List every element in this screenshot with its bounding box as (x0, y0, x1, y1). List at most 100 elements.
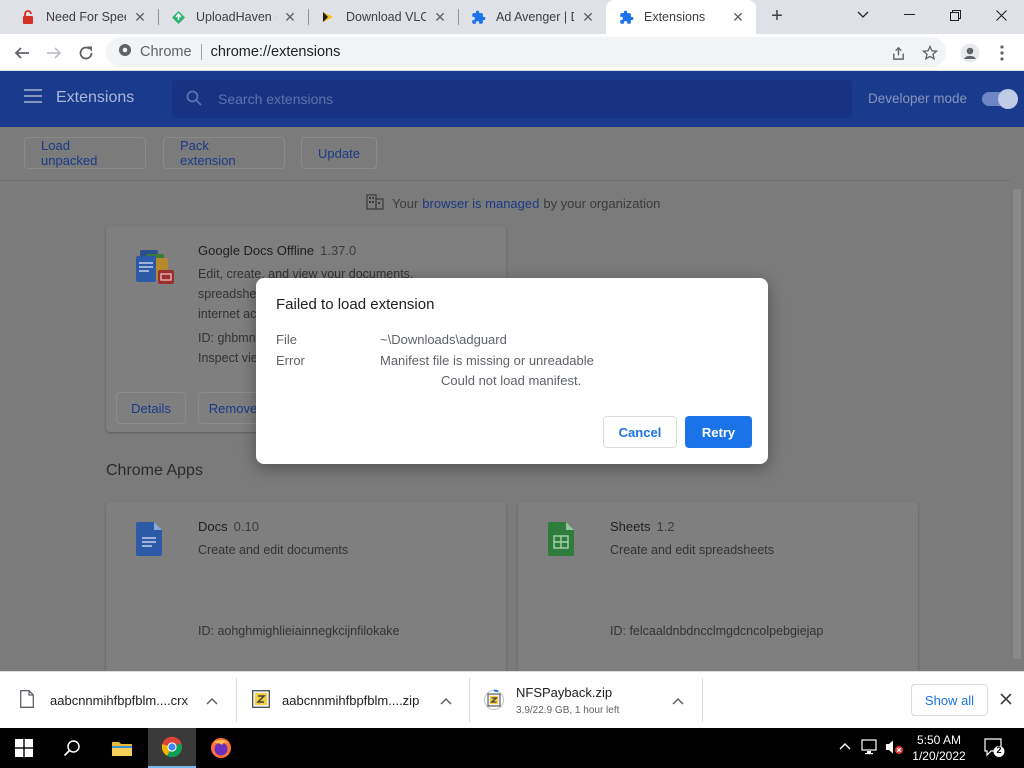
extension-version: 1.37.0 (320, 243, 357, 258)
dialog-title: Failed to load extension (276, 296, 435, 313)
show-all-button[interactable]: Show all (911, 684, 988, 716)
close-icon[interactable] (997, 690, 1015, 708)
system-clock[interactable]: 5:50 AM 1/20/2022 (905, 732, 973, 764)
download-separator (236, 678, 237, 722)
page-scrollbar[interactable] (1010, 185, 1024, 671)
firefox-taskbar-icon[interactable] (197, 728, 245, 768)
tab-uploadhaven[interactable]: UploadHaven - ✕ (158, 0, 308, 34)
managed-suffix: by your organization (543, 196, 661, 211)
hamburger-menu-icon[interactable] (24, 89, 44, 109)
download-text: aabcnnmihfbpfblm....zip (282, 693, 419, 708)
scrollbar-thumb[interactable] (1013, 189, 1021, 659)
tab-extensions[interactable]: Extensions ✕ (606, 0, 756, 34)
docs-offline-icon (132, 246, 178, 295)
details-button[interactable]: Details (116, 392, 186, 424)
url-text[interactable]: chrome://extensions (211, 44, 341, 60)
search-input[interactable] (218, 91, 818, 107)
search-icon (186, 90, 202, 109)
file-label: File (276, 332, 297, 347)
forward-icon[interactable] (40, 39, 68, 67)
extension-description-line: internet ac (198, 307, 257, 321)
share-icon[interactable] (884, 39, 912, 67)
chevron-up-icon[interactable] (206, 693, 220, 707)
close-icon[interactable]: ✕ (580, 9, 596, 25)
page-title: Extensions (56, 89, 135, 106)
download-separator (702, 678, 703, 722)
restore-icon[interactable] (932, 0, 978, 30)
tray-chevron-up-icon[interactable] (838, 739, 856, 757)
update-button[interactable]: Update (301, 137, 377, 169)
uploadhaven-icon (170, 9, 186, 25)
address-bar[interactable]: Chrome chrome://extensions (106, 37, 946, 67)
bookmark-star-icon[interactable] (916, 39, 944, 67)
managed-prefix: Your (392, 196, 419, 211)
clock-date: 1/20/2022 (912, 749, 966, 763)
download-item[interactable]: aabcnnmihfbpfblm....zip (252, 678, 466, 722)
extension-description-line: spreadshe (198, 287, 257, 301)
download-item[interactable]: aabcnnmihfbpfblm....crx (20, 678, 234, 722)
extension-id: ID: ghbmn (198, 331, 256, 345)
tab-title: Ad Avenger | Do (496, 10, 574, 24)
close-icon[interactable]: ✕ (730, 9, 746, 25)
pack-extension-button[interactable]: Pack extension (163, 137, 285, 169)
download-text: aabcnnmihfbpfblm....crx (50, 693, 188, 708)
sheets-app-icon (548, 522, 574, 559)
download-separator (469, 678, 470, 722)
cancel-button[interactable]: Cancel (603, 416, 677, 448)
close-icon[interactable]: ✕ (282, 9, 298, 25)
taskbar: 5:50 AM 1/20/2022 2 (0, 728, 1024, 768)
download-filename: aabcnnmihfbpfblm....zip (282, 692, 420, 708)
tab-search-chevron-icon[interactable] (840, 0, 886, 30)
chevron-up-icon[interactable] (672, 693, 686, 707)
inspect-views-link[interactable]: Inspect vie (198, 351, 258, 365)
developer-mode-toggle[interactable] (982, 89, 1018, 109)
tab-ad-avenger[interactable]: Ad Avenger | Do ✕ (458, 0, 606, 34)
app-title: Sheets (610, 519, 651, 534)
app-version: 0.10 (233, 519, 259, 534)
developer-mode-label: Developer mode (868, 91, 968, 106)
chrome-apps-heading: Chrome Apps (106, 462, 203, 479)
new-tab-button[interactable]: + (765, 5, 789, 29)
load-error-dialog: Failed to load extension File ~\Download… (256, 278, 768, 464)
app-card: Docs 0.10 Create and edit documents ID: a… (106, 502, 506, 671)
reload-icon[interactable] (72, 39, 100, 67)
volume-muted-icon[interactable] (884, 739, 903, 757)
app-title: Docs (198, 519, 228, 534)
red-lock-icon (20, 9, 36, 25)
tab-download-vlo[interactable]: Download VLO ✕ (308, 0, 458, 34)
file-icon (20, 690, 38, 710)
file-explorer-icon[interactable] (98, 728, 146, 768)
back-icon[interactable] (8, 39, 36, 67)
browser-toolbar: Chrome chrome://extensions (0, 34, 1024, 71)
zip-archive-icon (484, 689, 504, 711)
app-id: ID: aohghmighlieiainnegkcijnfilokake (198, 624, 400, 638)
app-description: Create and edit spreadsheets (610, 543, 774, 557)
tab-title: UploadHaven - (196, 10, 276, 24)
search-icon[interactable] (48, 728, 96, 768)
window-close-icon[interactable] (978, 0, 1024, 30)
error-message: Manifest file is missing or unreadable (380, 353, 594, 368)
notifications-icon[interactable]: 2 (984, 738, 1006, 758)
menu-kebab-icon[interactable] (988, 39, 1016, 67)
download-item[interactable]: NFSPayback.zip 3.9/22.9 GB, 1 hour left (484, 678, 698, 722)
download-status: 3.9/22.9 GB, 1 hour left (516, 704, 620, 716)
windows-start-icon[interactable] (0, 728, 48, 768)
tab-need-for-speed[interactable]: Need For Speed ✕ (8, 0, 158, 34)
close-icon[interactable]: ✕ (432, 9, 448, 25)
network-icon[interactable] (861, 739, 879, 757)
file-path: ~\Downloads\adguard (380, 332, 507, 347)
minimize-icon[interactable] (886, 0, 932, 30)
app-name: Docs 0.10 (198, 519, 259, 534)
chrome-taskbar-icon[interactable] (148, 728, 196, 768)
retry-button[interactable]: Retry (685, 416, 752, 448)
app-name: Sheets 1.2 (610, 519, 675, 534)
extensions-header: Extensions Developer mode (0, 71, 1024, 127)
profile-avatar-icon[interactable] (956, 39, 984, 67)
close-icon[interactable]: ✕ (132, 9, 148, 25)
load-unpacked-button[interactable]: Load unpacked (24, 137, 146, 169)
managed-link[interactable]: browser is managed (422, 196, 539, 211)
chevron-up-icon[interactable] (440, 693, 454, 707)
tab-title: Need For Speed (46, 10, 126, 24)
search-box[interactable] (172, 80, 852, 118)
zip-archive-icon (252, 690, 270, 710)
